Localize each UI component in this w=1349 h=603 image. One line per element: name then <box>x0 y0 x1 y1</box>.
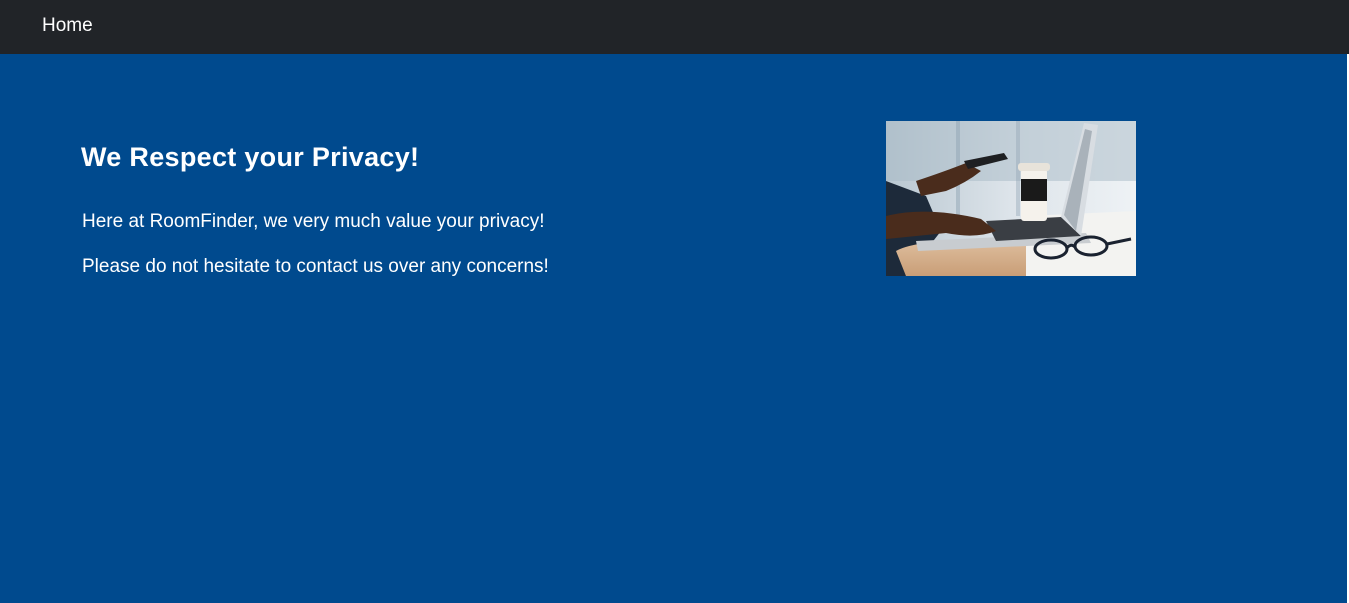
privacy-paragraph: Here at RoomFinder, we very much value y… <box>82 211 545 232</box>
top-navbar: Home <box>0 0 1349 54</box>
laptop-photo <box>886 121 1136 276</box>
main-content <box>0 54 1347 603</box>
contact-paragraph: Please do not hesitate to contact us ove… <box>82 256 549 277</box>
page-title: We Respect your Privacy! <box>81 142 420 172</box>
nav-home-link[interactable]: Home <box>42 14 93 38</box>
